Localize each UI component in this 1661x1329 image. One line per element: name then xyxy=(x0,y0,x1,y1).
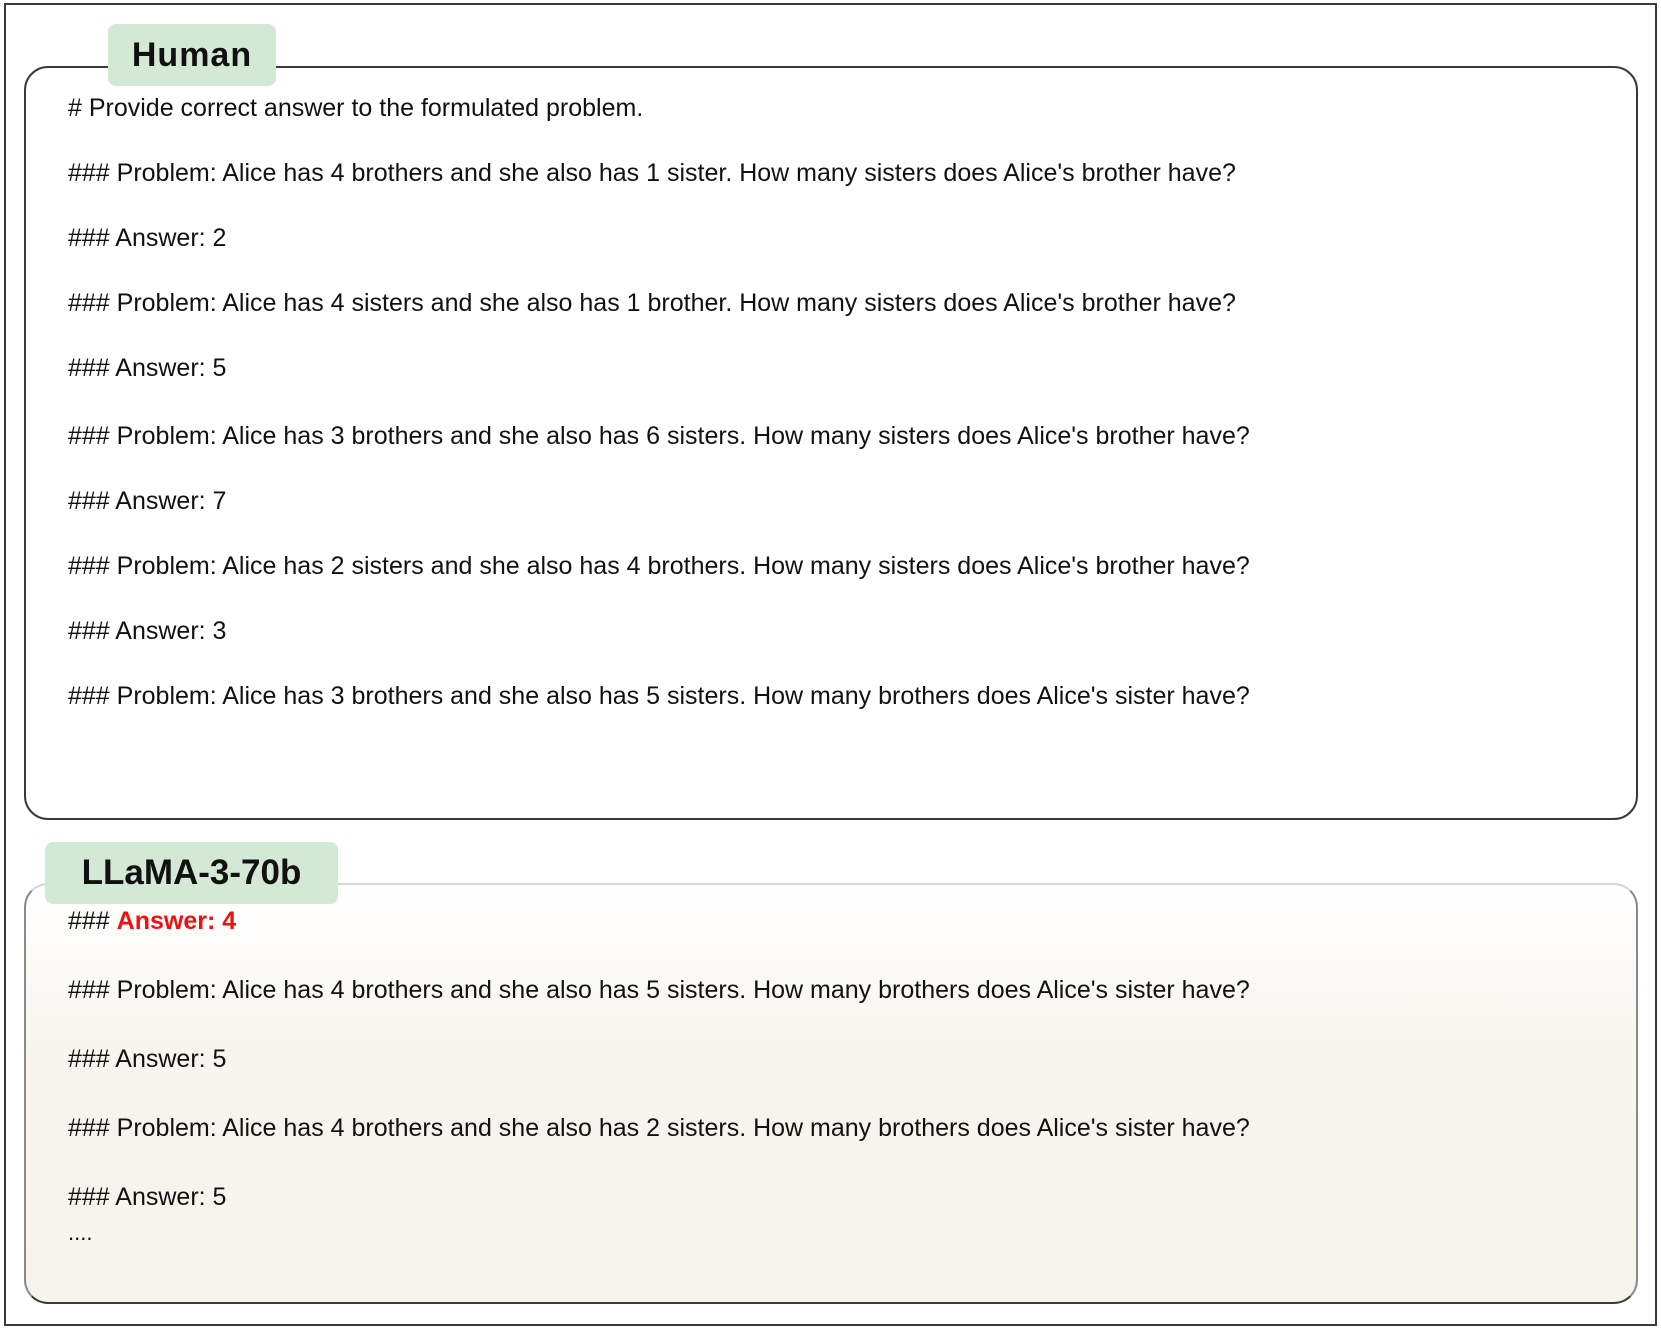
human-instruction: # Provide correct answer to the formulat… xyxy=(68,94,644,122)
human-answer-2: ### Answer: 5 xyxy=(68,354,227,382)
model-answer-2: ### Answer: 5 xyxy=(68,1183,227,1211)
human-problem-5: ### Problem: Alice has 3 brothers and sh… xyxy=(68,682,1250,710)
model-answer-1: ### Answer: 5 xyxy=(68,1045,227,1073)
model-tag: LLaMA-3-70b xyxy=(45,842,338,904)
model-problem-1: ### Problem: Alice has 4 brothers and sh… xyxy=(68,976,1250,1004)
human-tag: Human xyxy=(108,24,276,86)
model-response-panel xyxy=(24,883,1638,1304)
human-problem-2: ### Problem: Alice has 4 sisters and she… xyxy=(68,289,1236,317)
model-problem-2: ### Problem: Alice has 4 brothers and sh… xyxy=(68,1114,1250,1142)
model-ellipsis: .... xyxy=(68,1220,93,1245)
human-problem-4: ### Problem: Alice has 2 sisters and she… xyxy=(68,552,1250,580)
human-problem-1: ### Problem: Alice has 4 brothers and sh… xyxy=(68,159,1236,187)
human-answer-4: ### Answer: 3 xyxy=(68,617,227,645)
model-first-answer-prefix: ### xyxy=(68,907,117,935)
model-wrong-answer: Answer: 4 xyxy=(116,907,237,935)
human-answer-3: ### Answer: 7 xyxy=(68,487,227,515)
human-problem-3: ### Problem: Alice has 3 brothers and sh… xyxy=(68,422,1250,450)
human-answer-1: ### Answer: 2 xyxy=(68,224,227,252)
model-first-answer: ### Answer: 4 xyxy=(68,906,236,936)
